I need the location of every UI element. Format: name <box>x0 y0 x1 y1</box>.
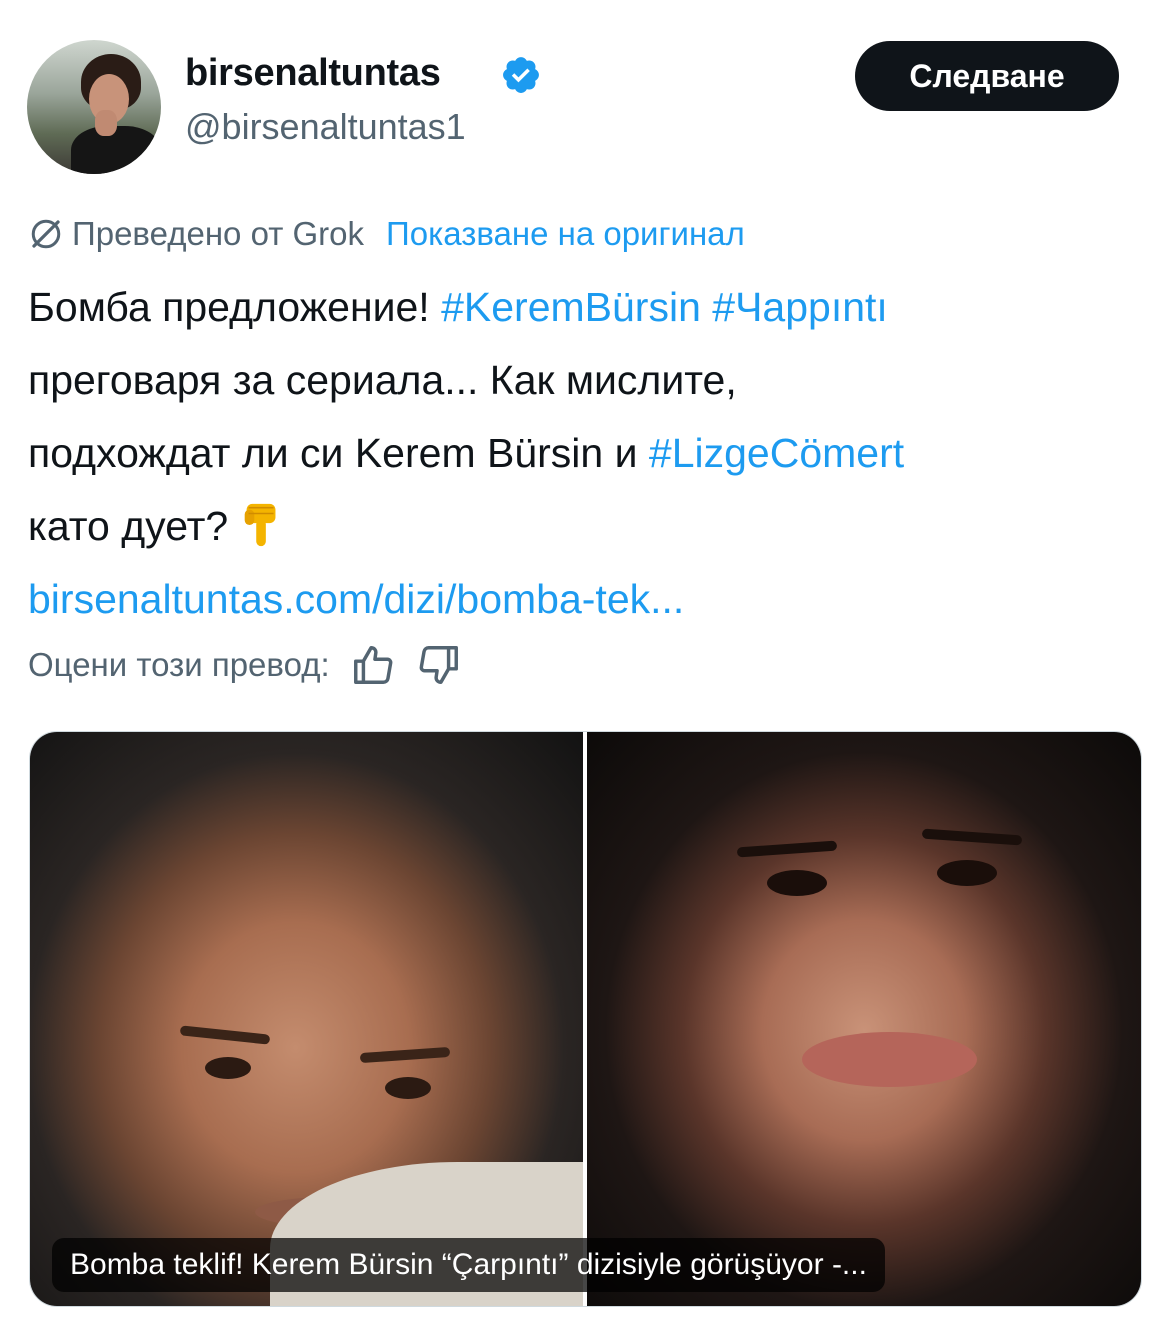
user-handle[interactable]: @birsenaltuntas1 <box>185 106 466 148</box>
show-original-link[interactable]: Показване на оригинал <box>386 215 745 253</box>
hashtag-link[interactable]: #KeremBürsin <box>441 284 701 330</box>
tweet-line: подхождат ли си Kerem Bürsin и #LizgeCöm… <box>28 417 1148 490</box>
eyebrow <box>921 828 1023 846</box>
tweet-line: преговаря за сериала... Как мислите, <box>28 357 737 403</box>
actor-photo <box>30 732 583 1306</box>
thumbs-up-icon[interactable] <box>350 642 396 688</box>
hashtag-link[interactable]: #Чарpıntı <box>712 284 888 330</box>
eyebrow <box>736 840 838 858</box>
thumbs-down-icon[interactable] <box>416 642 462 688</box>
eyebrow <box>359 1046 451 1064</box>
translated-by-label: Преведено от Grok <box>72 215 364 252</box>
pointing-down-emoji-icon <box>244 503 276 547</box>
mouth <box>802 1032 977 1087</box>
avatar-body <box>71 126 161 174</box>
tweet-line: birsenaltuntas.com/dizi/bomba-tek... <box>28 563 1148 636</box>
tweet-text-segment: Бомба предложение! <box>28 284 442 330</box>
eyebrow <box>179 1025 271 1045</box>
verified-badge-icon <box>503 57 539 93</box>
external-link[interactable]: birsenaltuntas.com/dizi/bomba-tek... <box>28 576 684 622</box>
rate-translation-row: Оцени този превод: <box>28 640 462 690</box>
rate-translation-label: Оцени този превод: <box>28 646 330 683</box>
tweet-text-segment: като дует? <box>28 503 229 549</box>
eye <box>385 1077 431 1099</box>
link-card-title: Bomba teklif! Kerem Bürsin “Çarpıntı” di… <box>52 1238 885 1292</box>
avatar[interactable] <box>27 40 161 174</box>
tweet-text: Бомба предложение! #KeremBürsin #Чарpınt… <box>28 271 1148 636</box>
eye <box>205 1057 251 1079</box>
eye <box>937 860 997 886</box>
tweet-line: Бомба предложение! #KeremBürsin #Чарpınt… <box>28 271 1148 344</box>
translation-row: Преведено от Grok Показване на оригинал <box>28 212 745 256</box>
grok-icon <box>31 219 61 249</box>
follow-button[interactable]: Следване <box>855 41 1119 111</box>
eye <box>767 870 827 896</box>
link-preview-card[interactable]: Bomba teklif! Kerem Bürsin “Çarpıntı” di… <box>29 731 1142 1307</box>
display-name[interactable]: birsenaltuntas <box>185 52 441 95</box>
hashtag-link[interactable]: #LizgeCömert <box>649 430 904 476</box>
tweet-text-segment: подхождат ли си Kerem Bürsin и <box>28 430 649 476</box>
avatar-hand <box>95 110 117 136</box>
actress-photo <box>587 732 1141 1306</box>
tweet-line: като дует? <box>28 490 1148 563</box>
